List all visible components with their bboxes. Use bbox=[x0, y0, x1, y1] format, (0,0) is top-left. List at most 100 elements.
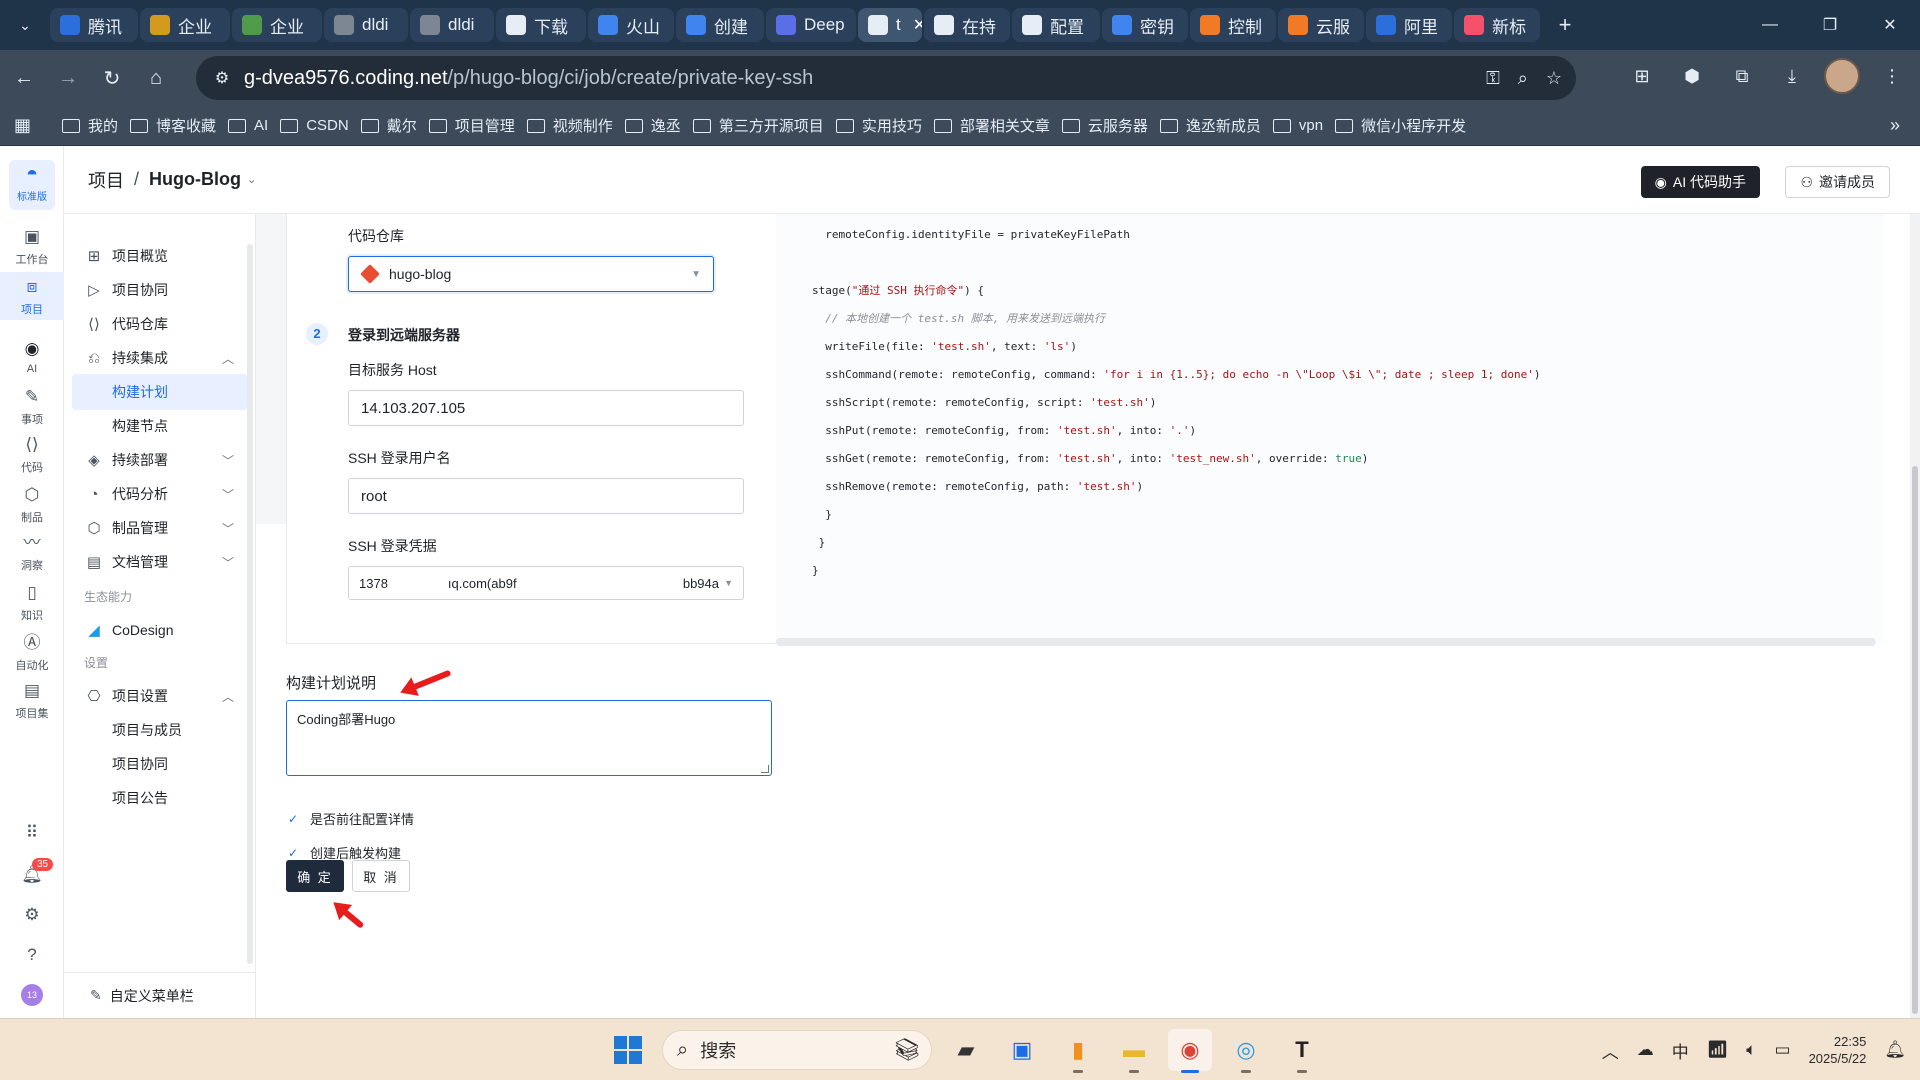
taskbar-app-store[interactable]: ▣ bbox=[1000, 1029, 1044, 1071]
bookmarks-more-icon[interactable]: » bbox=[1890, 115, 1900, 136]
chevron-down-icon[interactable]: ⌄ bbox=[247, 173, 256, 186]
new-tab-button[interactable]: + bbox=[1548, 8, 1582, 42]
rail-item-ai[interactable]: ◉ AI bbox=[0, 338, 64, 375]
rail-item-project[interactable]: ⧈ 项目 bbox=[0, 272, 64, 320]
system-clock[interactable]: 22:35 2025/5/22 bbox=[1809, 1033, 1867, 1067]
customize-menu-button[interactable]: ✎ 自定义菜单栏 bbox=[64, 972, 256, 1018]
taskbar-app-sublime[interactable]: ▮ bbox=[1056, 1029, 1100, 1073]
nav-repository[interactable]: ⟨⟩ 代码仓库 bbox=[72, 306, 248, 342]
ssh-credential-select[interactable]: 1378 ıq.com(ab9f bb94a ▼ bbox=[348, 566, 744, 600]
bookmark-folder[interactable]: vpn bbox=[1272, 117, 1323, 134]
nav-project-collab-settings[interactable]: 项目协同 bbox=[72, 746, 248, 782]
nav-codesign[interactable]: ◢ CoDesign bbox=[72, 612, 248, 648]
password-key-icon[interactable]: ⚿ bbox=[1486, 68, 1500, 89]
nav-ci[interactable]: ⎌ 持续集成 ︿ bbox=[72, 340, 248, 376]
browser-tab[interactable]: 企业 bbox=[232, 8, 322, 42]
taskbar-app-qq[interactable]: ◎ bbox=[1224, 1029, 1268, 1073]
bookmark-star-icon[interactable]: ☆ bbox=[1546, 68, 1562, 89]
browser-tab[interactable]: 下载 bbox=[496, 8, 586, 42]
bookmark-folder[interactable]: 微信小程序开发 bbox=[1335, 115, 1466, 136]
rail-help[interactable]: ? bbox=[0, 944, 64, 969]
taskbar-app-typora[interactable]: T bbox=[1280, 1029, 1324, 1073]
ime-indicator[interactable]: 中 bbox=[1672, 1038, 1689, 1063]
tray-overflow-icon[interactable]: ︿ bbox=[1602, 1038, 1619, 1063]
browser-tab[interactable]: 火山 bbox=[588, 8, 674, 42]
goto-config-checkbox[interactable]: ✓ 是否前往配置详情 bbox=[286, 809, 414, 828]
page-scrollbar-thumb[interactable] bbox=[1912, 466, 1918, 1014]
crumb-projects[interactable]: 项目 bbox=[88, 167, 124, 193]
home-icon[interactable]: ⌂ bbox=[136, 58, 176, 98]
nav-collaboration[interactable]: ▷ 项目协同 bbox=[72, 272, 248, 308]
taskbar-app-terminal[interactable]: ▰ bbox=[944, 1029, 988, 1071]
page-scrollbar[interactable] bbox=[1910, 214, 1920, 1018]
browser-tab[interactable]: 阿里 bbox=[1366, 8, 1452, 42]
build-plan-description-textarea[interactable]: Coding部署Hugo bbox=[286, 700, 772, 776]
confirm-button[interactable]: 确 定 bbox=[286, 860, 344, 892]
pipeline-script-editor[interactable]: remoteConfig.identityFile = privateKeyFi… bbox=[776, 214, 1884, 644]
notification-center-icon[interactable]: 🔔︎ bbox=[1884, 1040, 1906, 1060]
extensions-icon[interactable]: ⧉ bbox=[1724, 58, 1760, 94]
volume-icon[interactable]: 🔈︎ bbox=[1746, 1040, 1756, 1060]
cancel-button[interactable]: 取 消 bbox=[352, 860, 410, 892]
apps-grid-icon[interactable]: ▦ bbox=[14, 115, 50, 136]
back-icon[interactable]: ← bbox=[4, 58, 44, 98]
site-info-icon[interactable]: ⚙ bbox=[204, 68, 240, 88]
bookmark-folder[interactable]: 云服务器 bbox=[1061, 115, 1148, 136]
rail-item-insight[interactable]: 〰洞察 bbox=[0, 532, 64, 573]
nav-code-analysis[interactable]: ◔ 代码分析 ﹀ bbox=[72, 476, 248, 512]
ai-assistant-button[interactable]: ◉ AI 代码助手 bbox=[1640, 166, 1760, 198]
url-text[interactable]: g-dvea9576.coding.net/p/hugo-blog/ci/job… bbox=[244, 67, 813, 90]
invite-members-button[interactable]: ⚇ 邀请成员 bbox=[1785, 166, 1890, 198]
wifi-icon[interactable]: 📶︎ bbox=[1707, 1040, 1729, 1060]
bookmark-folder[interactable]: 戴尔 bbox=[360, 115, 417, 136]
nav-project-settings[interactable]: ⎔ 项目设置 ︿ bbox=[72, 678, 248, 714]
rail-apps[interactable]: ⠿ bbox=[0, 822, 64, 847]
rail-item-artifacts[interactable]: ⬡ 制品 bbox=[0, 484, 64, 525]
translate-icon[interactable]: ⊞ bbox=[1624, 58, 1660, 94]
bookmark-folder[interactable]: 逸丞新成员 bbox=[1159, 115, 1261, 136]
browser-tab[interactable]: dldi bbox=[324, 8, 408, 42]
sidenav-scrollbar[interactable] bbox=[247, 244, 253, 964]
resize-grip-icon[interactable] bbox=[761, 765, 769, 773]
browser-tab[interactable]: 新标 bbox=[1454, 8, 1540, 42]
nav-project-announcement[interactable]: 项目公告 bbox=[72, 780, 248, 816]
bookmark-folder[interactable]: 逸丞 bbox=[624, 115, 681, 136]
nav-overview[interactable]: ⊞ 项目概览 bbox=[72, 238, 248, 274]
bookmark-folder[interactable]: 项目管理 bbox=[428, 115, 515, 136]
reload-icon[interactable]: ↻ bbox=[92, 58, 132, 98]
nav-build-nodes[interactable]: 构建节点 bbox=[72, 408, 248, 444]
rail-user[interactable]: 13 bbox=[0, 984, 64, 1006]
bookmark-folder[interactable]: 部署相关文章 bbox=[933, 115, 1050, 136]
forward-icon[interactable]: → bbox=[48, 58, 88, 98]
editor-horizontal-scrollbar[interactable] bbox=[776, 638, 1876, 646]
cloud-sync-icon[interactable]: ☁ bbox=[1637, 1040, 1654, 1060]
host-input[interactable]: 14.103.207.105 bbox=[348, 390, 744, 426]
tab-search-icon[interactable]: ⌄ bbox=[8, 8, 42, 42]
restore-icon[interactable]: ❐ bbox=[1800, 0, 1860, 50]
extension-shield-icon[interactable]: ⬢ bbox=[1674, 58, 1710, 94]
browser-tab[interactable]: 腾讯 bbox=[50, 8, 138, 42]
minimize-icon[interactable]: — bbox=[1740, 0, 1800, 50]
taskbar-app-explorer[interactable]: ▬ bbox=[1112, 1029, 1156, 1073]
close-tab-icon[interactable]: ✕ bbox=[913, 15, 922, 35]
browser-menu-icon[interactable]: ⋮ bbox=[1874, 58, 1910, 94]
rail-item-knowledge[interactable]: ▯ 知识 bbox=[0, 582, 64, 623]
bookmark-folder[interactable]: 视频制作 bbox=[526, 115, 613, 136]
address-bar[interactable]: ⚙ g-dvea9576.coding.net/p/hugo-blog/ci/j… bbox=[196, 56, 1576, 100]
rail-item-program[interactable]: ▤ 项目集 bbox=[0, 680, 64, 721]
rail-notifications[interactable]: 🔔︎ 35 bbox=[0, 858, 64, 889]
coding-logo[interactable]: ◓ 标准版 bbox=[9, 160, 55, 210]
bookmark-folder[interactable]: 博客收藏 bbox=[130, 115, 216, 136]
battery-icon[interactable]: ▭ bbox=[1775, 1040, 1791, 1060]
browser-tab[interactable]: 云服 bbox=[1278, 8, 1364, 42]
nav-build-plans[interactable]: 构建计划 bbox=[72, 374, 248, 410]
rail-item-workbench[interactable]: ▣ 工作台 bbox=[0, 226, 64, 267]
browser-tab[interactable]: 密钥 bbox=[1102, 8, 1188, 42]
close-window-icon[interactable]: ✕ bbox=[1860, 0, 1920, 50]
start-button[interactable] bbox=[606, 1029, 650, 1071]
nav-cd[interactable]: ◈ 持续部署 ﹀ bbox=[72, 442, 248, 478]
browser-tab[interactable]: 配置 bbox=[1012, 8, 1100, 42]
browser-tab[interactable]: dldi bbox=[410, 8, 494, 42]
rail-item-issues[interactable]: ✎ 事项 bbox=[0, 386, 64, 427]
browser-tab[interactable]: 企业 bbox=[140, 8, 230, 42]
